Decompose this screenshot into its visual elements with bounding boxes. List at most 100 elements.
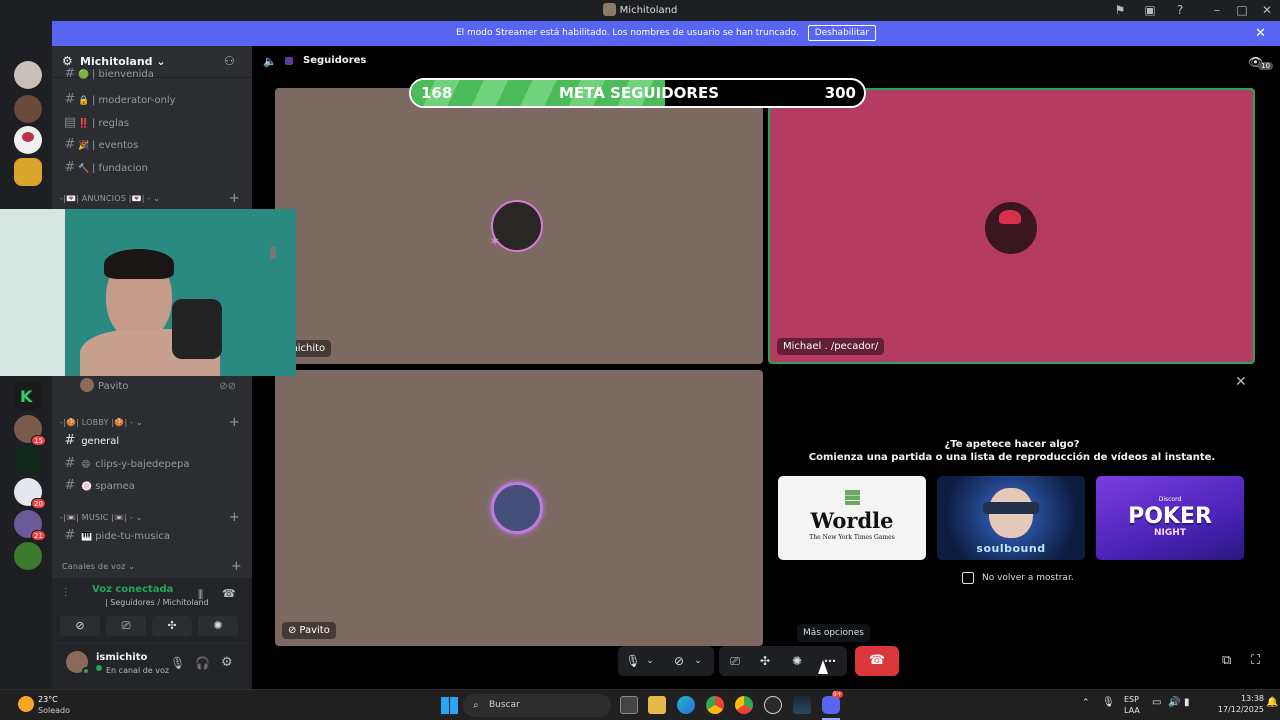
channel-item[interactable]: # 🔨 | fundacion <box>60 158 244 178</box>
chevron-down-icon[interactable]: ⌄ <box>644 646 656 676</box>
battery-icon[interactable]: ▮ <box>1184 697 1190 708</box>
microphone-icon[interactable]: 🎙 <box>170 656 185 670</box>
network-icon[interactable]: ▭ <box>1152 697 1161 708</box>
weather-temp[interactable]: 23°C <box>38 695 58 704</box>
activity-card-wordle[interactable]: Wordle The New York Times Games <box>778 476 926 560</box>
soundboard-icon[interactable]: ✺ <box>787 646 807 676</box>
add-channel-icon[interactable]: + <box>231 559 242 574</box>
chrome-icon[interactable] <box>706 696 724 714</box>
windows-start-icon[interactable] <box>441 697 458 714</box>
activities-button[interactable]: ✣ <box>152 616 192 636</box>
obs-icon[interactable] <box>764 696 782 714</box>
hash-icon: # <box>64 160 76 175</box>
notifications-icon[interactable]: 🔔 <box>1266 697 1278 708</box>
video-tile-1[interactable]: ✶ michito <box>275 88 763 364</box>
participant-name: Pavito <box>299 625 330 636</box>
category-voice[interactable]: Canales de voz ⌄ + <box>62 559 246 574</box>
voice-status[interactable]: Voz conectada <box>92 584 173 595</box>
close-window-icon[interactable]: ✕ <box>1260 3 1274 17</box>
help-icon[interactable]: ? <box>1173 3 1187 17</box>
dont-show-checkbox[interactable] <box>962 572 974 584</box>
hash-icon: # <box>64 137 76 152</box>
server-icon[interactable]: 21 <box>14 510 46 541</box>
server-icon[interactable]: 20 <box>14 478 46 509</box>
add-channel-icon[interactable]: + <box>229 191 240 206</box>
file-explorer-icon[interactable] <box>648 696 666 714</box>
tray-mic-icon[interactable]: 🎙 <box>1102 697 1115 708</box>
tray-chevron-icon[interactable]: ⌃ <box>1082 698 1090 708</box>
channel-emoji: 😄 <box>81 460 91 470</box>
fullscreen-icon[interactable]: ⛶ <box>1251 653 1260 668</box>
avatar <box>80 378 94 392</box>
server-icon[interactable] <box>14 158 42 186</box>
voice-location[interactable]: | Seguidores / Michitoland <box>105 598 209 607</box>
microphone-icon[interactable]: 🎙 <box>624 646 642 676</box>
username[interactable]: ismichito <box>96 652 147 663</box>
channel-item[interactable]: ▤ ‼️ | reglas <box>60 113 244 133</box>
screen-icon[interactable]: ▣ <box>1143 3 1157 17</box>
weather-desc[interactable]: Soleado <box>38 706 70 715</box>
participant-label: ⊘ Pavito <box>282 622 336 639</box>
task-view-icon[interactable] <box>620 696 638 714</box>
server-icon[interactable] <box>14 446 42 474</box>
channel-item[interactable]: # 🎉 | eventos <box>60 135 244 155</box>
video-tile-2[interactable]: Michael . /pecador/ <box>768 88 1255 364</box>
disable-streamer-button[interactable]: Deshabilitar <box>807 25 877 41</box>
rules-icon: ▤ <box>63 115 77 130</box>
soundboard-button[interactable]: ✺ <box>198 616 238 636</box>
activity-card-soulbound[interactable]: soulbound <box>937 476 1085 560</box>
disconnect-call-button[interactable]: ☎ <box>855 646 899 676</box>
taskbar-search[interactable]: ⌕ Buscar <box>463 694 611 717</box>
video-tile-3[interactable]: ⊘ Pavito <box>275 370 763 646</box>
close-activity-icon[interactable]: ✕ <box>1235 374 1247 390</box>
chevron-down-icon[interactable]: ⌄ <box>692 646 704 676</box>
camera-off-icon[interactable]: ⊘ <box>670 646 688 676</box>
activities-icon[interactable]: ✣ <box>755 646 775 676</box>
server-icon[interactable]: K <box>14 382 42 410</box>
close-banner-icon[interactable]: ✕ <box>1255 21 1266 46</box>
disconnect-icon[interactable]: ☎ <box>222 587 236 600</box>
popout-icon[interactable]: ⧉ <box>1222 653 1231 668</box>
category-lobby[interactable]: -|🍪| LOBBY |🍪| - ⌄ + <box>60 415 244 430</box>
settings-gear-icon[interactable]: ⚙ <box>221 655 233 670</box>
server-icon[interactable] <box>14 61 42 89</box>
voice-member[interactable]: Pavito ⊘⊘ <box>80 377 244 397</box>
server-icon[interactable] <box>14 126 42 154</box>
language-code[interactable]: ESP <box>1124 695 1139 704</box>
chrome-profile-icon[interactable] <box>735 696 753 714</box>
channel-general[interactable]: # general <box>60 431 244 451</box>
windows-taskbar: 23°C Soleado ⌕ Buscar 9+ ⌃ 🎙 ESP LAA ▭ 🔊 … <box>0 689 1280 720</box>
category-anuncios[interactable]: -|💌| ANUNCIOS |💌| - ⌄ + <box>60 191 244 206</box>
edge-icon[interactable] <box>677 696 695 714</box>
add-member-icon[interactable]: ⚇ <box>224 54 235 68</box>
server-icon[interactable] <box>14 542 42 570</box>
server-icon[interactable]: 15 <box>14 415 46 446</box>
channel-item[interactable]: # 🍥 spamea <box>60 476 244 496</box>
server-icon[interactable] <box>14 95 42 123</box>
noise-suppression-icon[interactable]: ⫼ <box>198 588 203 602</box>
clock-date[interactable]: 17/12/2025 <box>1204 705 1264 714</box>
add-channel-icon[interactable]: + <box>229 510 240 525</box>
screen-share-button[interactable]: ⎚ <box>106 616 146 636</box>
discord-taskbar-icon[interactable]: 9+ <box>822 691 843 714</box>
add-channel-icon[interactable]: + <box>229 415 240 430</box>
screen-share-icon[interactable]: ⎚ <box>725 646 745 676</box>
language-layout[interactable]: LAA <box>1124 706 1140 715</box>
category-label: -|💌| ANUNCIOS |💌| - ⌄ <box>60 194 161 203</box>
channel-item[interactable]: # 🟢 | bienvenida <box>60 68 244 80</box>
channel-item[interactable]: # 🔒 | moderator-only <box>60 90 244 110</box>
steam-icon[interactable] <box>793 696 811 714</box>
volume-icon[interactable]: 🔊 <box>1168 697 1180 708</box>
camera-button[interactable]: ⊘ <box>60 616 100 636</box>
headphones-icon[interactable]: 🎧 <box>195 656 210 670</box>
clock-time[interactable]: 13:38 <box>1224 694 1264 703</box>
channel-item[interactable]: # 🎹 pide-tu-musica <box>60 526 244 546</box>
channel-item[interactable]: # 😄 clips-y-bajedepepa <box>60 454 244 474</box>
maximize-icon[interactable]: □ <box>1235 3 1249 17</box>
hash-icon: # <box>64 528 76 543</box>
category-music[interactable]: -|📼| MUSIC |📼| - ⌄ + <box>60 510 244 525</box>
activity-card-poker[interactable]: Discord POKER NIGHT <box>1096 476 1244 560</box>
inbox-flag-icon[interactable]: ⚑ <box>1113 3 1127 17</box>
minimize-icon[interactable]: – <box>1210 3 1224 17</box>
server-badge: 15 <box>31 435 46 446</box>
